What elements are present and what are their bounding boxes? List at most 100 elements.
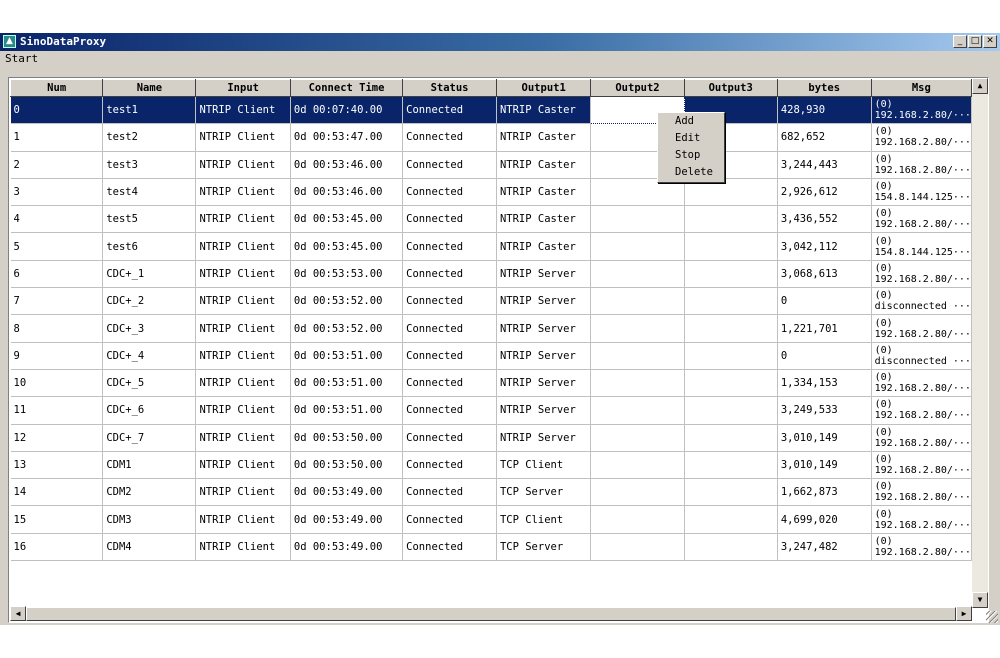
cell-name[interactable]: CDM1	[102, 451, 197, 480]
cell-output1[interactable]: NTRIP Server	[496, 396, 592, 425]
cell-output1[interactable]: NTRIP Caster	[496, 232, 592, 261]
cell-bytes[interactable]: 0	[777, 342, 872, 370]
cell-connect-time[interactable]: 0d 00:53:50.00	[290, 424, 404, 452]
col-header-connect-time[interactable]: Connect Time	[289, 79, 404, 97]
cell-input[interactable]: NTRIP Client	[195, 260, 291, 289]
cell-bytes[interactable]: 682,652	[777, 123, 872, 152]
maximize-icon[interactable]: □	[968, 35, 982, 48]
cell-bytes[interactable]: 4,699,020	[777, 505, 872, 534]
cell-output2[interactable]	[590, 314, 685, 343]
table-row[interactable]: 6 CDC+_1 NTRIP Client 0d 00:53:53.00 Connect…	[10, 260, 972, 289]
cell-input[interactable]: NTRIP Client	[195, 96, 291, 125]
table-row[interactable]: 9 CDC+_4 NTRIP Client 0d 00:53:51.00 Connect…	[10, 342, 972, 370]
table-row[interactable]: 14 CDM2 NTRIP Client 0d 00:53:49.00 Connecte…	[10, 478, 972, 507]
cell-input[interactable]: NTRIP Client	[195, 287, 291, 316]
cell-status[interactable]: Connected	[402, 533, 497, 562]
cell-bytes[interactable]: 1,221,701	[777, 314, 872, 343]
cell-msg[interactable]: (0) 192.168.2.80/···	[871, 260, 972, 289]
cell-name[interactable]: CDM2	[102, 478, 197, 507]
cell-num[interactable]: 15	[10, 505, 104, 534]
cell-name[interactable]: test3	[102, 151, 197, 179]
close-icon[interactable]: ✕	[983, 35, 997, 48]
cell-name[interactable]: CDC+_2	[102, 287, 197, 316]
cell-output2[interactable]	[590, 478, 685, 507]
cell-connect-time[interactable]: 0d 00:53:46.00	[290, 178, 404, 207]
cell-msg[interactable]: (0) 192.168.2.80/···	[871, 396, 972, 425]
cell-msg[interactable]: (0) 192.168.2.80/···	[871, 478, 972, 507]
cell-input[interactable]: NTRIP Client	[195, 396, 291, 425]
cell-connect-time[interactable]: 0d 00:53:46.00	[290, 151, 404, 179]
cell-num[interactable]: 2	[10, 151, 104, 179]
cell-status[interactable]: Connected	[402, 287, 497, 316]
col-header-name[interactable]: Name	[102, 79, 197, 97]
scroll-right-icon[interactable]: ▶	[956, 606, 972, 621]
cell-bytes[interactable]: 1,334,153	[777, 369, 872, 398]
cell-output1[interactable]: TCP Server	[496, 533, 592, 562]
table-row[interactable]: 1 test2 NTRIP Client 0d 00:53:47.00 Connecte…	[10, 123, 972, 152]
cell-msg[interactable]: (0) 154.8.144.125···	[871, 178, 972, 207]
table-row[interactable]: 2 test3 NTRIP Client 0d 00:53:46.00 Connecte…	[10, 151, 972, 179]
cell-input[interactable]: NTRIP Client	[195, 151, 291, 179]
cell-msg[interactable]: (0) 192.168.2.80/···	[871, 505, 972, 534]
table-row[interactable]: 3 test4 NTRIP Client 0d 00:53:46.00 Connecte…	[10, 178, 972, 207]
cell-output3[interactable]	[684, 287, 778, 316]
cell-output3[interactable]	[684, 396, 778, 425]
cell-msg[interactable]: (0) 192.168.2.80/···	[871, 451, 972, 480]
col-header-output2[interactable]: Output2	[590, 79, 685, 97]
cell-connect-time[interactable]: 0d 00:53:52.00	[290, 287, 404, 316]
cell-connect-time[interactable]: 0d 00:53:53.00	[290, 260, 404, 289]
cell-status[interactable]: Connected	[402, 424, 497, 452]
table-row[interactable]: 13 CDM1 NTRIP Client 0d 00:53:50.00 Connecte…	[10, 451, 972, 480]
cell-status[interactable]: Connected	[402, 505, 497, 534]
cell-input[interactable]: NTRIP Client	[195, 451, 291, 480]
cell-msg[interactable]: (0) 192.168.2.80/···	[871, 314, 972, 343]
cell-name[interactable]: CDC+_3	[102, 314, 197, 343]
scroll-left-icon[interactable]: ◀	[10, 606, 26, 621]
cell-input[interactable]: NTRIP Client	[195, 123, 291, 152]
cell-num[interactable]: 13	[10, 451, 104, 480]
col-header-status[interactable]: Status	[402, 79, 497, 97]
cell-output3[interactable]	[684, 533, 778, 562]
cell-input[interactable]: NTRIP Client	[195, 478, 291, 507]
cell-num[interactable]: 4	[10, 205, 104, 234]
cell-output2[interactable]	[590, 205, 685, 234]
col-header-output1[interactable]: Output1	[495, 79, 592, 97]
cell-output3[interactable]	[684, 260, 778, 289]
vertical-scrollbar[interactable]: ▲ ▼	[972, 78, 988, 608]
context-menu-delete[interactable]: Delete	[658, 164, 724, 181]
cell-bytes[interactable]: 2,926,612	[777, 178, 872, 207]
table-row[interactable]: 4 test5 NTRIP Client 0d 00:53:45.00 Connecte…	[10, 205, 972, 234]
cell-name[interactable]: test2	[102, 123, 197, 152]
cell-num[interactable]: 8	[10, 314, 104, 343]
cell-connect-time[interactable]: 0d 00:53:47.00	[290, 123, 404, 152]
cell-input[interactable]: NTRIP Client	[195, 505, 291, 534]
col-header-msg[interactable]: Msg	[870, 79, 972, 97]
cell-num[interactable]: 14	[10, 478, 104, 507]
cell-status[interactable]: Connected	[402, 314, 497, 343]
cell-status[interactable]: Connected	[402, 123, 497, 152]
cell-output1[interactable]: NTRIP Server	[496, 424, 592, 452]
table-row[interactable]: 5 test6 NTRIP Client 0d 00:53:45.00 Connecte…	[10, 232, 972, 261]
cell-bytes[interactable]: 3,068,613	[777, 260, 872, 289]
menu-start[interactable]: Start	[5, 52, 38, 65]
cell-connect-time[interactable]: 0d 00:53:49.00	[290, 533, 404, 562]
cell-status[interactable]: Connected	[402, 451, 497, 480]
cell-connect-time[interactable]: 0d 00:53:49.00	[290, 505, 404, 534]
cell-output1[interactable]: NTRIP Server	[496, 369, 592, 398]
cell-msg[interactable]: (0) disconnected ···	[871, 342, 972, 370]
col-header-bytes[interactable]: bytes	[776, 79, 872, 97]
cell-input[interactable]: NTRIP Client	[195, 314, 291, 343]
cell-msg[interactable]: (0) 192.168.2.80/···	[871, 369, 972, 398]
context-menu-stop[interactable]: Stop	[658, 147, 724, 164]
cell-input[interactable]: NTRIP Client	[195, 369, 291, 398]
context-menu-edit[interactable]: Edit	[658, 130, 724, 147]
cell-msg[interactable]: (0) 192.168.2.80/···	[871, 424, 972, 452]
cell-msg[interactable]: (0) disconnected ···	[871, 287, 972, 316]
cell-input[interactable]: NTRIP Client	[195, 178, 291, 207]
scroll-down-icon[interactable]: ▼	[972, 592, 988, 608]
cell-output1[interactable]: NTRIP Caster	[496, 151, 592, 179]
cell-output3[interactable]	[684, 451, 778, 480]
cell-num[interactable]: 6	[10, 260, 104, 289]
cell-name[interactable]: CDC+_4	[102, 342, 197, 370]
minimize-icon[interactable]: _	[953, 35, 967, 48]
